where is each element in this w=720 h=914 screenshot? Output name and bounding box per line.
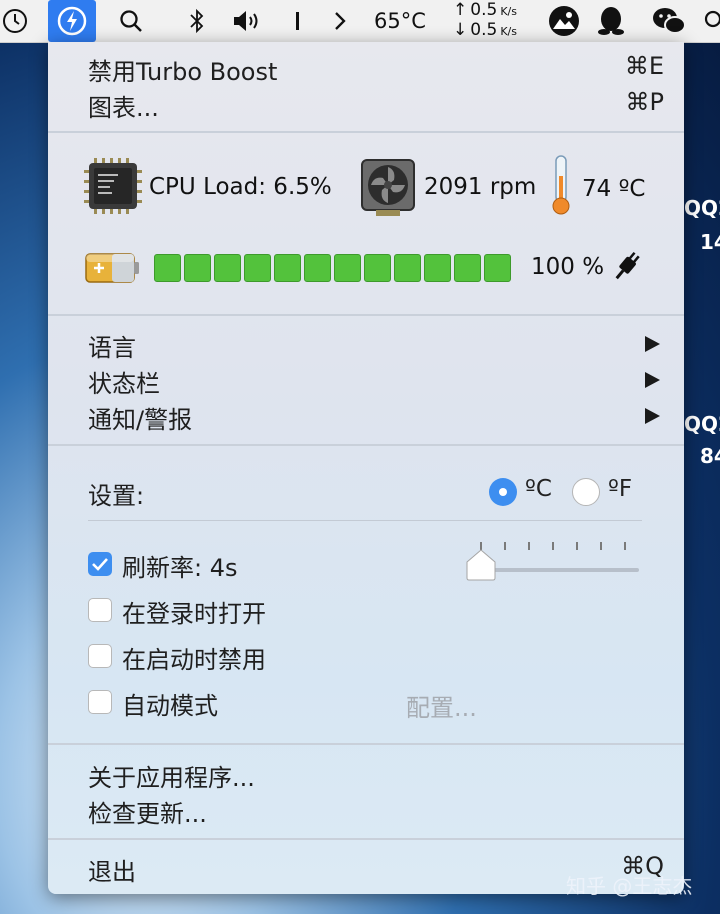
download-arrow-icon: ↓ <box>453 20 468 40</box>
refresh-rate-label: 刷新率: 4s <box>122 554 238 582</box>
search-icon-partial[interactable] <box>700 0 720 42</box>
fan-speed-value: 2091 rpm <box>424 174 537 200</box>
slider-tick <box>576 542 578 550</box>
slider-tick <box>624 542 626 550</box>
status-bar-menu-item[interactable]: 状态栏 <box>88 364 160 399</box>
battery-segment <box>214 254 241 282</box>
charts-item[interactable]: 图表... <box>88 88 159 123</box>
cpu-temperature-value: 74 ºC <box>582 176 646 202</box>
submenu-arrow-icon <box>645 336 660 352</box>
fahrenheit-label: ºF <box>608 476 633 502</box>
submenu-arrow-icon <box>645 408 660 424</box>
plug-icon <box>610 248 644 288</box>
wechat-icon[interactable] <box>648 0 690 42</box>
separator <box>48 131 684 133</box>
settings-label: 设置: <box>88 482 145 510</box>
slider-tick <box>504 542 506 550</box>
cpu-load-value: CPU Load: 6.5% <box>149 174 332 200</box>
battery-segment <box>274 254 301 282</box>
bluetooth-icon[interactable] <box>182 0 212 42</box>
divider-line <box>88 520 642 521</box>
search-icon[interactable] <box>114 0 148 42</box>
battery-segment <box>244 254 271 282</box>
charts-shortcut: ⌘P <box>625 88 664 116</box>
celsius-radio[interactable] <box>489 478 517 506</box>
fahrenheit-radio[interactable] <box>572 478 600 506</box>
separator <box>48 838 684 840</box>
disable-at-startup-checkbox[interactable] <box>88 644 112 668</box>
refresh-rate-slider-knob[interactable] <box>465 548 497 586</box>
language-menu-item[interactable]: 语言 <box>88 328 136 363</box>
desktop-label: QQ2 <box>684 196 720 220</box>
download-unit: K/s <box>500 25 517 38</box>
notifications-menu-item[interactable]: 通知/警报 <box>88 400 192 435</box>
checkmark-icon <box>92 558 108 571</box>
time-machine-icon[interactable] <box>0 0 30 42</box>
battery-level-bar <box>154 254 511 282</box>
turbo-boost-menu: 禁用Turbo Boost ⌘E 图表... ⌘P CPU Load: 6.5% <box>48 42 684 894</box>
battery-segment <box>424 254 451 282</box>
upload-arrow-icon: ↑ <box>453 0 468 20</box>
configure-button[interactable]: 配置... <box>406 688 477 723</box>
quit-item[interactable]: 退出 <box>88 852 136 887</box>
open-at-login-label: 在登录时打开 <box>122 600 266 628</box>
turbo-boost-icon[interactable] <box>48 0 96 42</box>
network-speed[interactable]: ↑ 0.5 K/s ↓ 0.5 K/s <box>442 0 528 42</box>
thermometer-icon <box>550 154 572 220</box>
open-at-login-checkbox[interactable] <box>88 598 112 622</box>
chevron-right-icon[interactable] <box>328 0 352 42</box>
desktop-label: QQ2 <box>684 412 720 436</box>
upload-unit: K/s <box>500 5 517 18</box>
slider-tick <box>552 542 554 550</box>
separator <box>48 743 684 745</box>
disable-turbo-shortcut: ⌘E <box>624 52 664 80</box>
battery-segment <box>454 254 481 282</box>
desktop-label: 84 <box>700 444 720 468</box>
separator <box>48 314 684 316</box>
battery-percent-value: 100 % <box>531 254 605 280</box>
battery-segment <box>484 254 511 282</box>
battery-segment <box>394 254 421 282</box>
slider-tick <box>528 542 530 550</box>
volume-icon[interactable] <box>228 0 268 42</box>
photos-icon[interactable] <box>546 0 582 42</box>
menu-bar: 65°C ↑ 0.5 K/s ↓ 0.5 K/s <box>0 0 720 43</box>
submenu-arrow-icon <box>645 372 660 388</box>
watermark: 知乎 @王志杰 <box>566 874 693 898</box>
menubar-temperature[interactable]: 65°C <box>370 0 430 42</box>
about-item[interactable]: 关于应用程序... <box>88 758 255 793</box>
check-updates-item[interactable]: 检查更新... <box>88 794 207 829</box>
celsius-label: ºC <box>525 476 552 502</box>
download-speed: 0.5 <box>470 20 498 40</box>
fan-icon <box>360 158 416 222</box>
disable-at-startup-label: 在启动时禁用 <box>122 646 266 674</box>
battery-segment <box>184 254 211 282</box>
battery-segment <box>304 254 331 282</box>
battery-segment <box>364 254 391 282</box>
battery-icon <box>84 248 142 292</box>
upload-speed: 0.5 <box>470 0 498 20</box>
auto-mode-label: 自动模式 <box>122 692 218 720</box>
qq-icon[interactable] <box>594 0 628 42</box>
input-indicator-icon[interactable] <box>288 0 308 42</box>
desktop-label: 14 <box>700 230 720 254</box>
refresh-rate-checkbox[interactable] <box>88 552 112 576</box>
battery-segment <box>154 254 181 282</box>
cpu-chip-icon <box>84 158 142 218</box>
disable-turbo-boost-item[interactable]: 禁用Turbo Boost <box>88 52 277 87</box>
slider-tick <box>600 542 602 550</box>
battery-segment <box>334 254 361 282</box>
auto-mode-checkbox[interactable] <box>88 690 112 714</box>
separator <box>48 444 684 446</box>
refresh-rate-slider[interactable] <box>473 568 639 572</box>
